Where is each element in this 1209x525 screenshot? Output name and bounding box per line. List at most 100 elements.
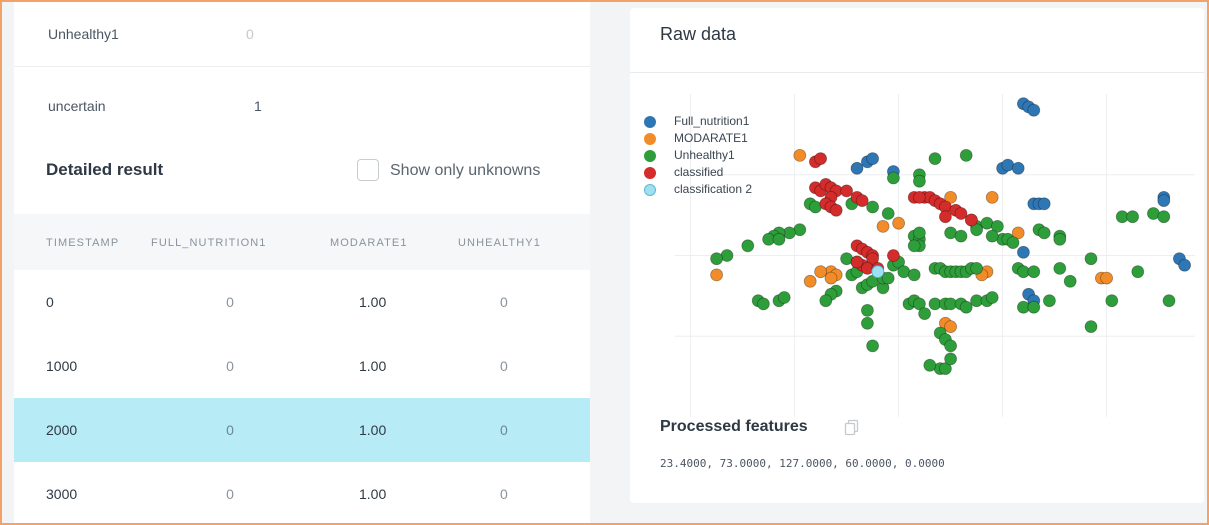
summary-label: uncertain	[48, 98, 106, 114]
data-point[interactable]	[1100, 271, 1114, 285]
data-point[interactable]	[710, 252, 723, 266]
data-point[interactable]	[944, 339, 958, 353]
detailed-result-title: Detailed result	[46, 160, 164, 179]
data-point[interactable]	[886, 249, 900, 262]
data-point[interactable]	[860, 316, 874, 330]
data-point[interactable]	[985, 229, 999, 243]
column-header-modarate1[interactable]: MODARATE1	[330, 237, 408, 249]
data-point[interactable]	[1037, 226, 1051, 240]
table-row-selected[interactable]: 2000 0 1.00 0	[14, 398, 590, 463]
data-point[interactable]	[1027, 300, 1041, 314]
data-point[interactable]	[1157, 194, 1171, 208]
legend-label: Full_nutrition1	[674, 114, 750, 128]
data-point[interactable]	[871, 265, 885, 279]
data-point[interactable]	[866, 200, 880, 214]
summary-label: Unhealthy1	[48, 26, 119, 42]
data-point[interactable]	[985, 291, 999, 304]
data-point[interactable]	[881, 271, 895, 285]
data-point[interactable]	[1084, 320, 1098, 334]
legend-swatch	[644, 150, 656, 162]
data-point[interactable]	[938, 210, 952, 224]
data-point[interactable]	[850, 161, 864, 175]
data-point[interactable]	[923, 358, 937, 372]
data-point[interactable]	[964, 213, 978, 227]
legend-label: Unhealthy1	[674, 148, 735, 162]
data-point[interactable]	[944, 320, 958, 334]
data-point[interactable]	[1011, 161, 1025, 175]
column-header-unhealthy1[interactable]: UNHEALTHY1	[458, 237, 541, 249]
data-point[interactable]	[793, 149, 807, 162]
data-point[interactable]	[777, 291, 791, 304]
data-point[interactable]	[886, 171, 900, 185]
cell-timestamp: 0	[46, 294, 54, 310]
data-point[interactable]	[866, 152, 880, 165]
cell-timestamp: 1000	[46, 358, 78, 374]
data-point[interactable]	[970, 261, 984, 275]
table-row[interactable]: 3000 0 1.00 0	[14, 462, 590, 523]
legend-label: classification 2	[674, 182, 753, 196]
data-point[interactable]	[824, 271, 838, 285]
data-point[interactable]	[860, 303, 874, 317]
data-point[interactable]	[803, 274, 817, 288]
data-point[interactable]	[741, 239, 755, 253]
table-row[interactable]: 0 0 1.00 0	[14, 270, 590, 335]
data-point[interactable]	[1027, 265, 1041, 279]
processed-features-title: Processed features	[660, 418, 808, 435]
data-point[interactable]	[959, 149, 973, 162]
data-point[interactable]	[892, 216, 906, 230]
table-row[interactable]: 1000 0 1.00 0	[14, 334, 590, 399]
data-point[interactable]	[850, 255, 864, 269]
data-point[interactable]	[1006, 236, 1020, 250]
data-point[interactable]	[928, 152, 942, 165]
data-point[interactable]	[1037, 197, 1051, 211]
data-point[interactable]	[1084, 252, 1098, 266]
data-point[interactable]	[814, 152, 828, 165]
data-point[interactable]	[772, 232, 786, 246]
column-header-timestamp[interactable]: TIMESTAMP	[46, 237, 119, 249]
data-point[interactable]	[907, 268, 921, 282]
legend-label: classified	[674, 165, 724, 179]
data-point[interactable]	[912, 191, 926, 204]
data-point[interactable]	[756, 297, 770, 311]
raw-data-card: Raw data Full_nutrition1 MODARATE1 Unhea…	[630, 8, 1204, 503]
cell-full-nutrition1: 0	[226, 294, 234, 310]
data-point[interactable]	[876, 219, 890, 233]
data-point[interactable]	[985, 191, 999, 204]
data-point[interactable]	[954, 207, 968, 220]
show-only-unknowns-label[interactable]: Show only unknowns	[390, 162, 540, 180]
raw-data-header: Raw data	[630, 8, 1204, 73]
data-point[interactable]	[912, 174, 926, 188]
show-only-unknowns-checkbox[interactable]	[357, 159, 379, 181]
data-point[interactable]	[819, 294, 833, 308]
data-point[interactable]	[1162, 294, 1176, 308]
table-header: TIMESTAMP FULL_NUTRITION1 MODARATE1 UNHE…	[14, 214, 590, 270]
data-point[interactable]	[855, 194, 869, 208]
data-point[interactable]	[944, 352, 958, 366]
data-point[interactable]	[918, 307, 932, 321]
data-point[interactable]	[1053, 232, 1067, 246]
data-point[interactable]	[840, 184, 854, 198]
data-point[interactable]	[954, 229, 968, 243]
data-point[interactable]	[1105, 294, 1119, 308]
data-point[interactable]	[1027, 103, 1041, 117]
data-point[interactable]	[907, 239, 921, 253]
data-point[interactable]	[1042, 294, 1056, 308]
data-point[interactable]	[1157, 210, 1171, 224]
legend-swatch	[644, 167, 656, 179]
data-point[interactable]	[814, 265, 828, 279]
column-header-full-nutrition1[interactable]: FULL_NUTRITION1	[151, 237, 267, 249]
cell-modarate1: 1.00	[359, 294, 387, 310]
data-point[interactable]	[912, 226, 926, 240]
data-point[interactable]	[1053, 261, 1067, 275]
data-point[interactable]	[959, 300, 973, 314]
data-point[interactable]	[881, 207, 895, 220]
data-point[interactable]	[866, 339, 880, 353]
data-point[interactable]	[829, 203, 843, 217]
data-point[interactable]	[1063, 274, 1077, 288]
data-point[interactable]	[1178, 258, 1191, 272]
copy-icon[interactable]	[844, 419, 860, 437]
data-point[interactable]	[710, 268, 723, 282]
data-point[interactable]	[1126, 210, 1140, 224]
data-point[interactable]	[1131, 265, 1145, 279]
data-point[interactable]	[1016, 245, 1030, 259]
